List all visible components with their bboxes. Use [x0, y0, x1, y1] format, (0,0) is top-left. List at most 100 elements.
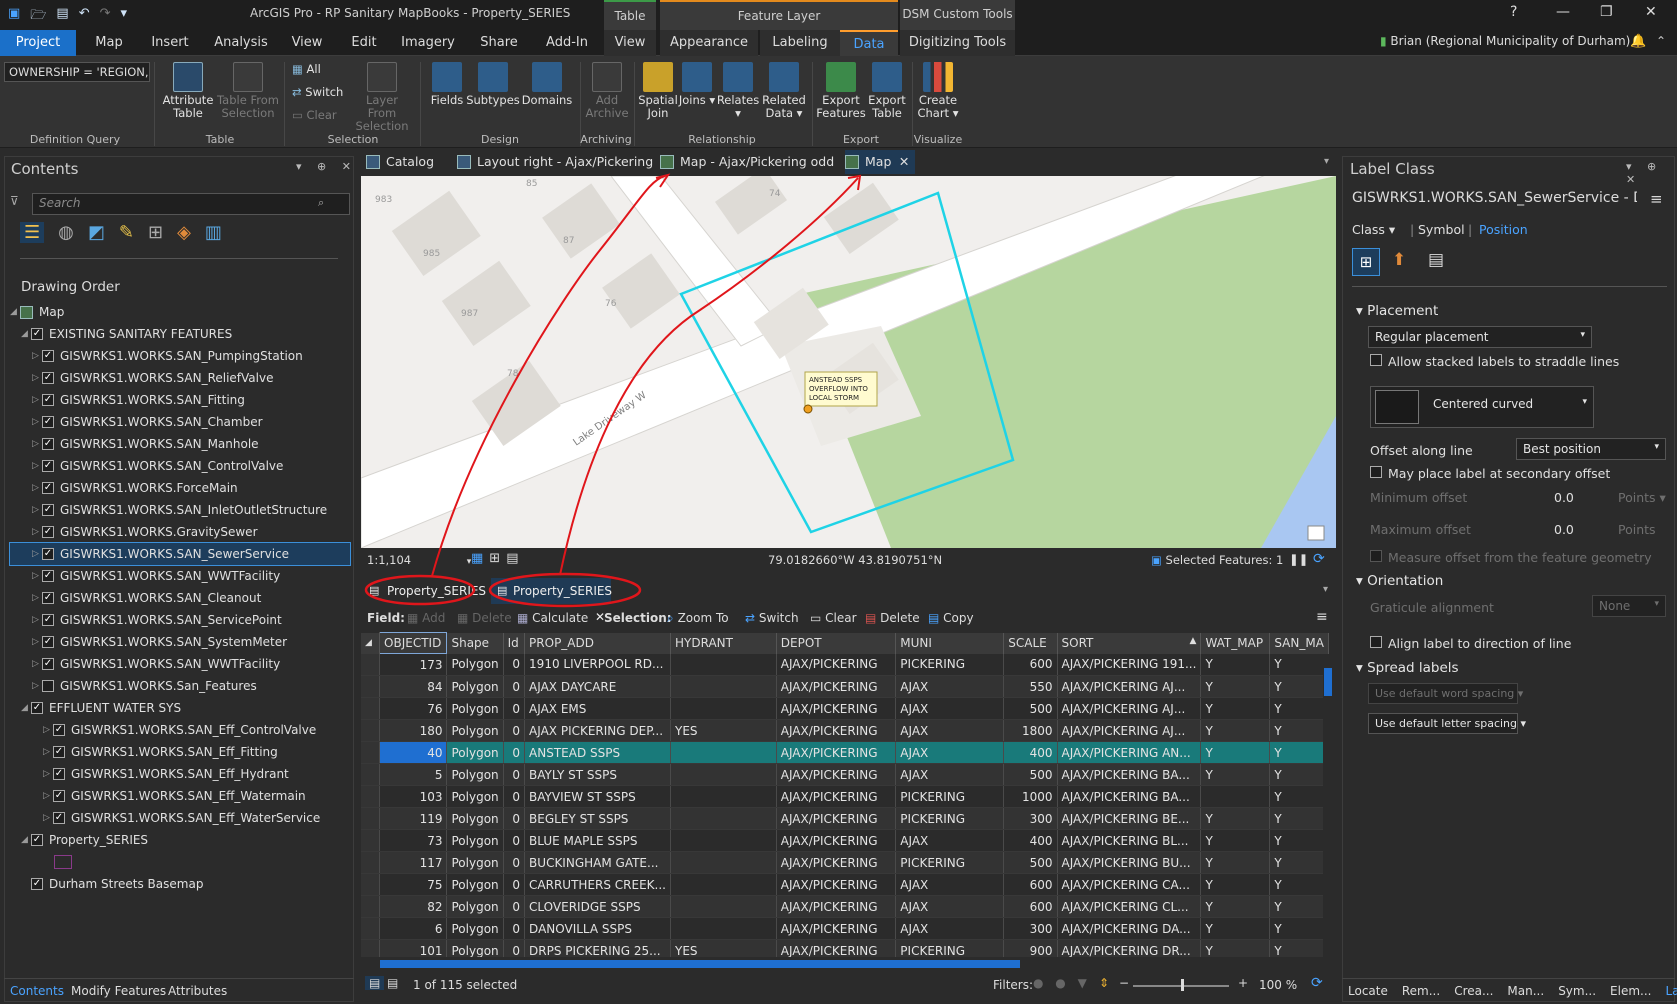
table-cell[interactable]: 0: [503, 939, 526, 957]
minimum-offset-value[interactable]: 0.0: [1554, 490, 1574, 505]
table-cell[interactable]: AJAX: [895, 829, 1005, 852]
expand-arrow-icon[interactable]: ▷: [43, 747, 53, 757]
tab-contents[interactable]: Contents: [10, 984, 64, 998]
pause-icon[interactable]: ❚❚: [1289, 552, 1308, 566]
table-row[interactable]: 76 Polygon 0 AJAX EMS AJAX/PICKERING AJAX 500 A…: [361, 697, 1329, 720]
map-canvas[interactable]: 983 985 987 85 87 74 76 78 Lake Driveway…: [361, 176, 1336, 548]
table-cell[interactable]: DRPS PICKERING 25...: [524, 939, 671, 957]
table-cell[interactable]: Polygon: [446, 719, 504, 742]
expand-arrow-icon[interactable]: ▷: [32, 593, 42, 603]
add-archive-button[interactable]: Add Archive: [584, 62, 630, 120]
table-cell[interactable]: PICKERING: [895, 785, 1005, 808]
table-cell[interactable]: AJAX/PICKERING DR...: [1057, 939, 1202, 957]
options-menu-icon[interactable]: ≡: [1650, 190, 1663, 208]
table-cell[interactable]: Polygon: [446, 829, 504, 852]
table-cell[interactable]: AJAX/PICKERING: [776, 939, 897, 957]
table-cell[interactable]: [670, 895, 777, 918]
tab-edit[interactable]: Edit: [344, 30, 384, 56]
layer-item[interactable]: ◢ ✓ Property_SERIES: [10, 829, 350, 851]
table-cell[interactable]: Y: [1269, 895, 1329, 918]
tab-element[interactable]: Elem...: [1610, 984, 1651, 998]
spread-labels-section[interactable]: ▾ Spread labels: [1356, 660, 1459, 676]
copy-button[interactable]: ▤ Copy: [928, 611, 974, 625]
table-cell[interactable]: 84: [379, 675, 448, 698]
visibility-checkbox[interactable]: ✓: [42, 394, 54, 406]
table-cell[interactable]: 550: [1003, 675, 1058, 698]
tab-locate[interactable]: Locate: [1348, 984, 1388, 998]
collapse-arrow-icon[interactable]: ◢: [21, 835, 31, 845]
placement-icon[interactable]: ⊞: [1352, 248, 1380, 276]
row-header[interactable]: [361, 829, 381, 852]
layer-item[interactable]: ▷ ✓ GISWRKS1.WORKS.SAN_Manhole: [10, 433, 350, 455]
view-tab-layout[interactable]: Layout right - Ajax/Pickering: [457, 150, 653, 174]
row-header[interactable]: [361, 939, 381, 957]
table-cell[interactable]: AJAX: [895, 895, 1005, 918]
expand-arrow-icon[interactable]: ▷: [43, 791, 53, 801]
tab-add-in[interactable]: Add-In: [538, 30, 596, 56]
fields-button[interactable]: Fields: [426, 62, 468, 107]
visibility-checkbox[interactable]: ✓: [31, 834, 43, 846]
collapse-arrow-icon[interactable]: ◢: [21, 703, 31, 713]
refresh-icon[interactable]: ⟳: [1311, 975, 1323, 991]
refresh-icon[interactable]: ⟳: [1313, 551, 1325, 567]
contents-search-input[interactable]: Search: [32, 193, 350, 215]
user-account[interactable]: ▮ Brian (Regional Municipality of Durham…: [1380, 34, 1640, 48]
export-table-button[interactable]: Export Table: [866, 62, 908, 120]
table-cell[interactable]: [670, 873, 777, 896]
orientation-section[interactable]: ▾ Orientation: [1356, 573, 1443, 589]
labeling-view-icon[interactable]: ◈: [177, 222, 191, 243]
view-tab-map[interactable]: Map ✕: [845, 150, 916, 174]
visibility-checkbox[interactable]: ✓: [42, 350, 54, 362]
table-cell[interactable]: Y: [1269, 807, 1329, 830]
tab-symbology[interactable]: Sym...: [1558, 984, 1596, 998]
tab-appearance[interactable]: Appearance: [660, 30, 758, 56]
layer-item[interactable]: ▷ ✓ GISWRKS1.WORKS.SAN_Fitting: [10, 389, 350, 411]
table-row[interactable]: 119 Polygon 0 BEGLEY ST SSPS AJAX/PICKERING P…: [361, 807, 1329, 830]
table-cell[interactable]: Polygon: [446, 939, 504, 957]
switch-selection-button[interactable]: ⇄ Switch: [292, 86, 343, 99]
tab-data[interactable]: Data: [840, 30, 898, 56]
table-cell[interactable]: 5: [379, 763, 448, 786]
table-cell[interactable]: AJAX/PICKERING AJ...: [1057, 697, 1202, 720]
collapse-ribbon-icon[interactable]: ⌃: [1656, 34, 1666, 48]
table-cell[interactable]: AJAX/PICKERING: [776, 653, 897, 676]
table-cell[interactable]: 400: [1003, 829, 1058, 852]
table-cell[interactable]: Polygon: [446, 741, 504, 764]
collapse-arrow-icon[interactable]: ◢: [21, 329, 31, 339]
table-cell[interactable]: ANSTEAD SSPS: [524, 741, 671, 764]
selection-view-icon[interactable]: ◩: [88, 222, 105, 243]
table-cell[interactable]: Y: [1269, 829, 1329, 852]
close-tab-icon[interactable]: ✕: [899, 150, 909, 174]
expand-arrow-icon[interactable]: ▷: [43, 813, 53, 823]
layer-item[interactable]: ✓ Durham Streets Basemap: [10, 873, 350, 895]
table-cell[interactable]: [670, 697, 777, 720]
expand-arrow-icon[interactable]: ▷: [32, 615, 42, 625]
word-spacing-dropdown[interactable]: Use default word spacing ▾: [1368, 683, 1523, 704]
visibility-checkbox[interactable]: ✓: [53, 746, 65, 758]
row-header[interactable]: [361, 763, 381, 786]
table-cell[interactable]: AJAX/PICKERING: [776, 763, 897, 786]
attr-tab-property-series-1[interactable]: ▤ Property_SERIES: [365, 578, 486, 604]
visibility-checkbox[interactable]: ✓: [53, 812, 65, 824]
letter-spacing-dropdown[interactable]: Use default letter spacing ▾: [1368, 713, 1526, 734]
sort-icon[interactable]: ⇕: [1099, 976, 1109, 990]
table-cell[interactable]: AJAX/PICKERING: [776, 873, 897, 896]
maximum-offset-value[interactable]: 0.0: [1554, 522, 1574, 537]
table-cell[interactable]: Polygon: [446, 895, 504, 918]
table-cell[interactable]: CLOVERIDGE SSPS: [524, 895, 671, 918]
table-cell[interactable]: [670, 653, 777, 676]
table-cell[interactable]: 500: [1003, 697, 1058, 720]
layer-item[interactable]: ▷ ✓ GISWRKS1.WORKS.SAN_ControlValve: [10, 455, 350, 477]
visibility-checkbox[interactable]: ✓: [31, 328, 43, 340]
visibility-checkbox[interactable]: ✓: [42, 460, 54, 472]
horizontal-scrollbar[interactable]: [380, 960, 1325, 968]
close-icon[interactable]: ✕: [1645, 4, 1657, 20]
tab-remove[interactable]: Rem...: [1402, 984, 1440, 998]
table-menu-icon[interactable]: ≡: [1316, 609, 1328, 625]
view-tab-catalog[interactable]: Catalog: [366, 150, 434, 174]
visibility-checkbox[interactable]: ✓: [31, 878, 43, 890]
table-cell[interactable]: Y: [1200, 807, 1271, 830]
visibility-checkbox[interactable]: ✓: [42, 592, 54, 604]
scale-dropdown[interactable]: 1:1,104 ▾: [367, 553, 471, 567]
row-header[interactable]: [361, 785, 381, 808]
